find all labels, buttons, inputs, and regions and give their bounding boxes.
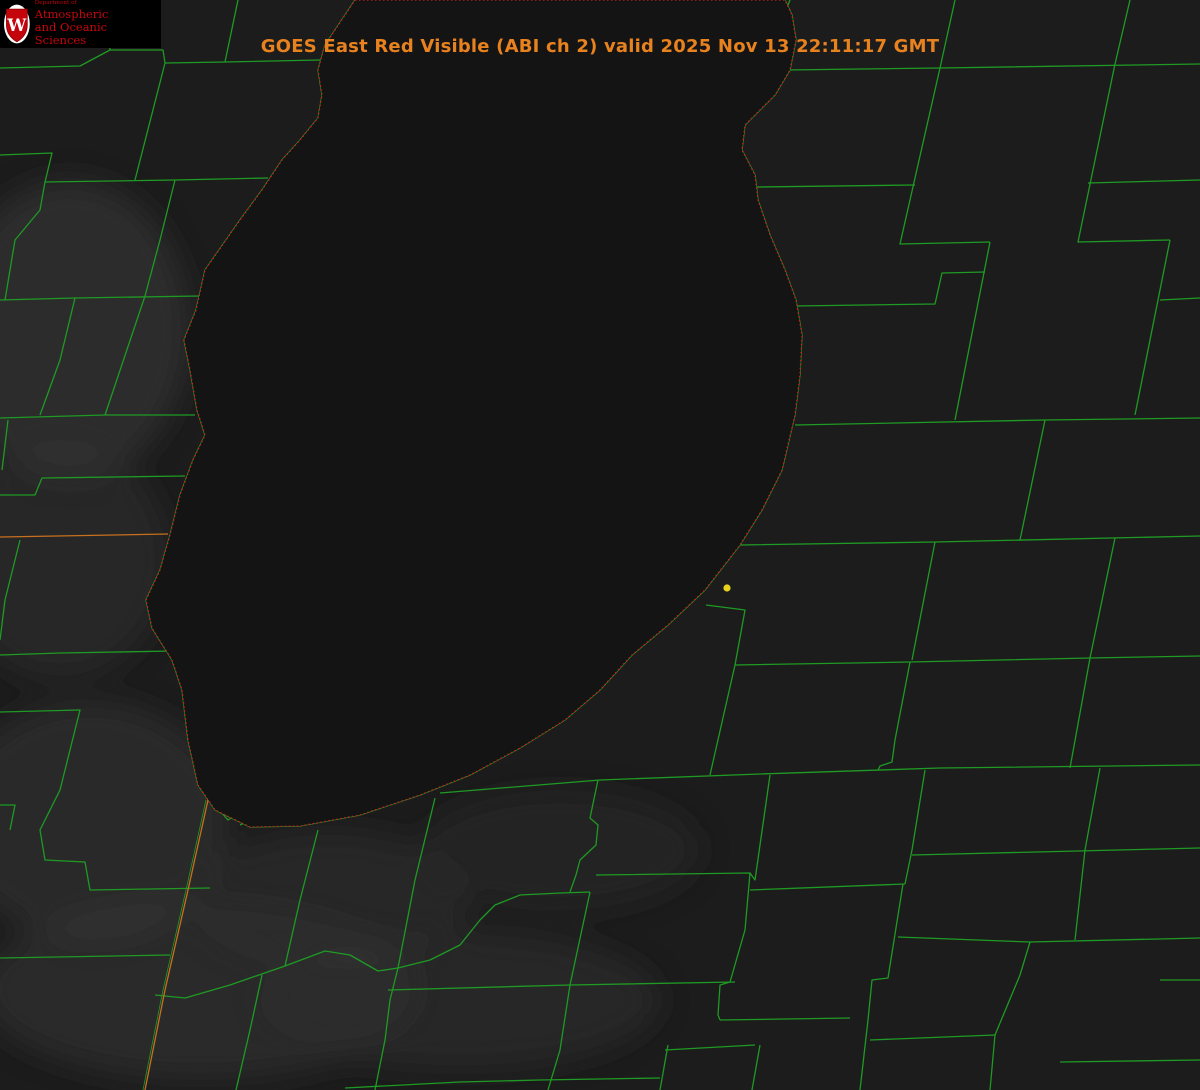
station-marker xyxy=(723,584,731,592)
logo-department: Department of xyxy=(34,0,77,7)
shield-letter: W xyxy=(6,15,27,35)
logo-name-line1: Atmospheric xyxy=(34,6,109,21)
image-title: GOES East Red Visible (ABI ch 2) valid 2… xyxy=(260,36,940,57)
satellite-map xyxy=(0,0,1200,1090)
